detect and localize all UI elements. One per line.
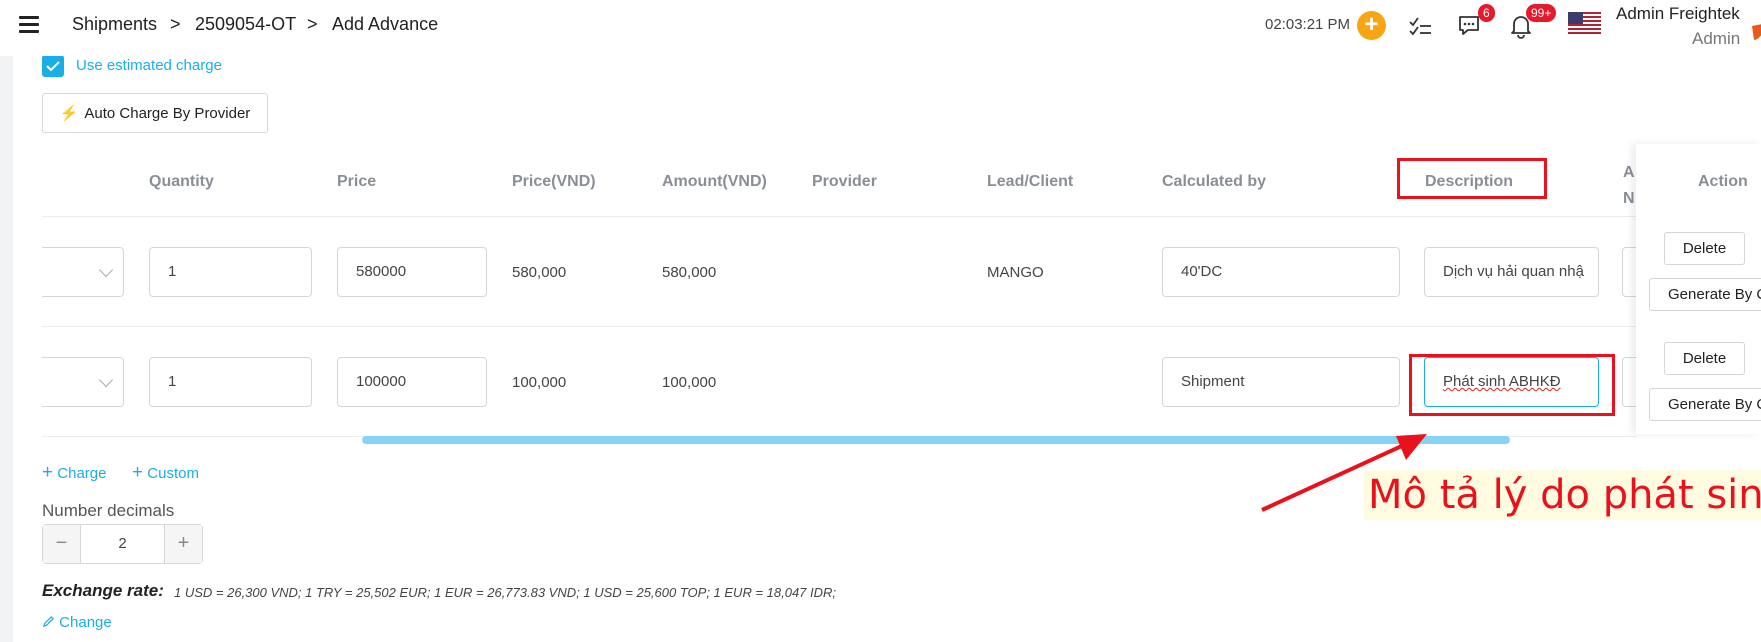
quantity-input[interactable]: 1 [149, 357, 312, 407]
column-header-partial: AN [1623, 164, 1635, 207]
column-header-price: Price [337, 173, 377, 190]
amount-vnd-cell: 580,000 [662, 264, 717, 281]
price-vnd-cell: 580,000 [512, 264, 567, 281]
breadcrumb-separator: > [307, 14, 318, 34]
charge-select[interactable] [42, 357, 124, 407]
generate-button[interactable]: Generate By C [1649, 278, 1761, 311]
increment-button[interactable]: + [164, 525, 202, 563]
description-input[interactable]: Dịch vụ hải quan nhậ [1424, 247, 1599, 297]
number-decimals-label: Number decimals [42, 501, 175, 520]
breadcrumb-current-page: Add Advance [332, 14, 439, 34]
delete-button[interactable]: Delete [1664, 342, 1745, 375]
price-vnd-cell: 100,000 [512, 374, 567, 391]
user-role: Admin [1692, 29, 1741, 48]
chevron-down-icon [98, 262, 114, 278]
column-header-price-vnd: Price(VND) [512, 173, 596, 190]
lead-client-cell: MANGO [987, 264, 1044, 281]
column-header-provider: Provider [812, 173, 877, 190]
quantity-input[interactable]: 1 [149, 247, 312, 297]
add-custom-link[interactable]: + Custom [132, 462, 199, 484]
auto-charge-label: Auto Charge By Provider [84, 104, 251, 122]
annotation-box-header [1397, 158, 1547, 199]
use-estimated-checkbox[interactable] [42, 55, 64, 77]
plus-icon: + [132, 462, 144, 483]
notification-badge: 99+ [1526, 4, 1557, 22]
us-flag-icon[interactable] [1568, 12, 1601, 36]
header-clock: 02:03:21 PM [1265, 16, 1351, 33]
chat-badge: 6 [1478, 4, 1495, 22]
exchange-rate-label: Exchange rate: [42, 581, 164, 600]
calculated-by-input[interactable]: Shipment [1162, 357, 1400, 407]
pencil-icon [42, 616, 54, 628]
decimals-stepper: − 2 + [42, 524, 203, 564]
row-divider [42, 216, 1637, 217]
chevron-down-icon [98, 372, 114, 388]
charge-select[interactable] [42, 247, 124, 297]
annotation-text: Mô tả lý do phát sinh [1364, 470, 1761, 520]
breadcrumb-shipments[interactable]: Shipments [72, 14, 157, 35]
user-name[interactable]: Admin Freightek [1616, 4, 1740, 24]
column-header-lead-client: Lead/Client [987, 173, 1074, 190]
add-charge-link[interactable]: + Charge [42, 462, 106, 484]
change-exchange-link[interactable]: Change [42, 614, 112, 631]
annotation-box-input [1409, 354, 1615, 416]
column-header-action: Action [1698, 173, 1748, 190]
column-header-calculated-by: Calculated by [1162, 173, 1267, 190]
generate-button[interactable]: Generate By C [1649, 388, 1761, 421]
left-edge-strip [0, 56, 13, 642]
avatar-shield-icon[interactable] [1750, 22, 1761, 42]
price-input[interactable]: 100000 [337, 357, 487, 407]
breadcrumb-shipment-id[interactable]: 2509054-OT [195, 14, 296, 35]
column-header-quantity: Quantity [149, 173, 214, 190]
hamburger-menu-icon[interactable] [19, 16, 39, 34]
auto-charge-button[interactable]: ⚡ Auto Charge By Provider [42, 93, 268, 133]
delete-button[interactable]: Delete [1664, 232, 1745, 265]
checkmark-icon [46, 61, 60, 72]
exchange-rate-value: 1 USD = 26,300 VND; 1 TRY = 25,502 EUR; … [174, 585, 837, 600]
row-divider [42, 326, 1637, 327]
amount-vnd-cell: 100,000 [662, 374, 717, 391]
task-checklist-icon[interactable] [1407, 13, 1433, 39]
price-input[interactable]: 580000 [337, 247, 487, 297]
plus-icon: + [42, 462, 54, 483]
column-header-amount-vnd: Amount(VND) [662, 173, 767, 190]
decrement-button[interactable]: − [43, 525, 81, 563]
breadcrumb-separator: > [170, 14, 181, 34]
top-header: Shipments > 2509054-OT > Add Advance 02:… [0, 0, 1761, 56]
lightning-icon: ⚡ [59, 105, 79, 122]
quick-add-button[interactable]: + [1357, 11, 1386, 40]
calculated-by-input[interactable]: 40'DC [1162, 247, 1400, 297]
use-estimated-label[interactable]: Use estimated charge [76, 57, 222, 74]
decimals-value[interactable]: 2 [81, 525, 164, 563]
